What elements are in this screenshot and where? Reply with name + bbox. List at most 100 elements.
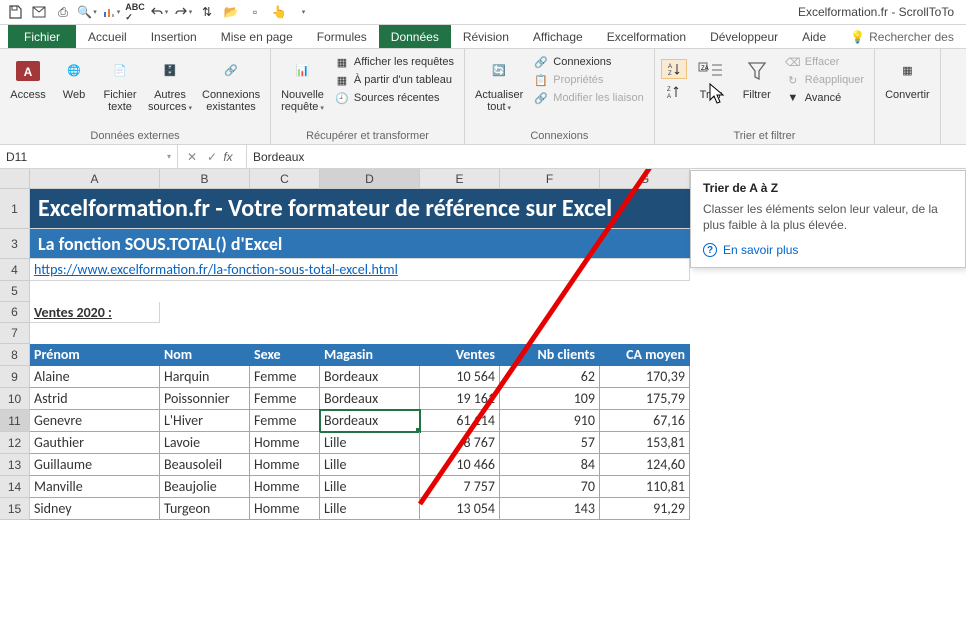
tab-file[interactable]: Fichier (8, 25, 76, 48)
table-cell[interactable]: Lavoie (160, 432, 250, 454)
tab-insert[interactable]: Insertion (139, 25, 209, 48)
tab-review[interactable]: Révision (451, 25, 521, 48)
table-cell[interactable]: 10 466 (420, 454, 500, 476)
table-cell[interactable]: 175,79 (600, 388, 690, 410)
cancel-formula-icon[interactable]: ✕ (182, 147, 202, 167)
tab-view[interactable]: Affichage (521, 25, 595, 48)
row-header-11[interactable]: 11 (0, 410, 30, 432)
tooltip-learn-more-link[interactable]: ?En savoir plus (703, 243, 953, 257)
table-cell[interactable]: Bordeaux (320, 388, 420, 410)
row-header-9[interactable]: 9 (0, 366, 30, 388)
tell-me-search[interactable]: 💡 Rechercher des (838, 25, 966, 48)
row-header-8[interactable]: 8 (0, 344, 30, 366)
table-cell[interactable]: Homme (250, 476, 320, 498)
table-header[interactable]: Sexe (250, 344, 320, 366)
table-cell[interactable]: 13 054 (420, 498, 500, 520)
table-header[interactable]: Prénom (30, 344, 160, 366)
print-preview-icon[interactable]: 🔍 (76, 1, 98, 23)
table-cell[interactable]: Gauthier (30, 432, 160, 454)
table-cell[interactable]: Genevre (30, 410, 160, 432)
table-cell[interactable]: 91,29 (600, 498, 690, 520)
table-cell[interactable]: 67,16 (600, 410, 690, 432)
recent-sources-button[interactable]: 🕘Sources récentes (330, 89, 458, 107)
table-cell[interactable]: Femme (250, 410, 320, 432)
filter-button[interactable]: Filtrer (735, 53, 779, 103)
row-header-13[interactable]: 13 (0, 454, 30, 476)
connections-button[interactable]: 🔗Connexions (529, 53, 647, 71)
table-cell[interactable]: Lille (320, 432, 420, 454)
table-cell[interactable]: 110,81 (600, 476, 690, 498)
table-cell[interactable]: Homme (250, 432, 320, 454)
table-cell[interactable]: Beaujolie (160, 476, 250, 498)
table-cell[interactable]: 62 (500, 366, 600, 388)
table-cell[interactable]: L'Hiver (160, 410, 250, 432)
table-cell[interactable]: 170,39 (600, 366, 690, 388)
row-header-1[interactable]: 1 (0, 189, 30, 229)
table-cell[interactable]: 61 114 (420, 410, 500, 432)
row-header-15[interactable]: 15 (0, 498, 30, 520)
quick-print-icon[interactable]: ⎙ (52, 1, 74, 23)
row-header-10[interactable]: 10 (0, 388, 30, 410)
table-cell[interactable]: 57 (500, 432, 600, 454)
table-cell[interactable]: 109 (500, 388, 600, 410)
table-cell[interactable]: Lille (320, 498, 420, 520)
table-cell[interactable]: Poissonnier (160, 388, 250, 410)
table-cell[interactable]: Lille (320, 476, 420, 498)
table-cell[interactable]: 7 757 (420, 476, 500, 498)
table-cell[interactable]: 153,81 (600, 432, 690, 454)
formula-input[interactable]: Bordeaux (247, 145, 966, 168)
table-cell[interactable]: 124,60 (600, 454, 690, 476)
table-cell[interactable]: Sidney (30, 498, 160, 520)
chart-icon[interactable] (100, 1, 122, 23)
table-header[interactable]: Magasin (320, 344, 420, 366)
table-cell[interactable]: Astrid (30, 388, 160, 410)
row-header-4[interactable]: 4 (0, 259, 30, 281)
name-box[interactable]: D11 (0, 145, 178, 168)
row-header-6[interactable]: 6 (0, 302, 30, 323)
refresh-all-button[interactable]: 🔄Actualiser tout (471, 53, 527, 115)
table-header[interactable]: Nb clients (500, 344, 600, 366)
redo-icon[interactable] (172, 1, 194, 23)
table-cell[interactable]: Manville (30, 476, 160, 498)
table-header[interactable]: Nom (160, 344, 250, 366)
column-header-D[interactable]: D (320, 169, 420, 189)
from-other-sources-button[interactable]: 🗄️Autres sources (144, 53, 196, 115)
column-header-A[interactable]: A (30, 169, 160, 189)
sort-descending-button[interactable]: ZA (661, 83, 687, 101)
table-cell[interactable]: 70 (500, 476, 600, 498)
table-cell[interactable]: 10 564 (420, 366, 500, 388)
tab-formulas[interactable]: Formules (305, 25, 379, 48)
tab-home[interactable]: Accueil (76, 25, 139, 48)
table-cell[interactable]: Femme (250, 366, 320, 388)
url-link[interactable]: https://www.excelformation.fr/la-fonctio… (30, 259, 690, 281)
touch-mode-icon[interactable]: 👆 (268, 1, 290, 23)
show-queries-button[interactable]: ▦Afficher les requêtes (330, 53, 458, 71)
column-header-G[interactable]: G (600, 169, 690, 189)
advanced-filter-button[interactable]: ▼Avancé (781, 89, 868, 107)
spellcheck-icon[interactable]: ABC✓ (124, 1, 146, 23)
tab-help[interactable]: Aide (790, 25, 838, 48)
tab-excelformation[interactable]: Excelformation (595, 25, 698, 48)
tab-data[interactable]: Données (379, 25, 451, 48)
fx-icon[interactable]: fx (222, 147, 242, 167)
table-header[interactable]: CA moyen (600, 344, 690, 366)
table-cell[interactable]: Lille (320, 454, 420, 476)
sort-asc-qat-icon[interactable]: ⇅ (196, 1, 218, 23)
qat-customize-icon[interactable] (292, 1, 314, 23)
new-query-button[interactable]: 📊Nouvelle requête (277, 53, 328, 115)
open-icon[interactable]: 📂 (220, 1, 242, 23)
table-cell[interactable]: Bordeaux (320, 366, 420, 388)
row-header-7[interactable]: 7 (0, 323, 30, 344)
table-cell[interactable]: 143 (500, 498, 600, 520)
table-cell[interactable]: Bordeaux (320, 410, 420, 432)
undo-icon[interactable] (148, 1, 170, 23)
save-icon[interactable] (4, 1, 26, 23)
table-cell[interactable]: 19 161 (420, 388, 500, 410)
column-header-B[interactable]: B (160, 169, 250, 189)
column-header-F[interactable]: F (500, 169, 600, 189)
table-header[interactable]: Ventes (420, 344, 500, 366)
from-table-button[interactable]: ▦À partir d'un tableau (330, 71, 458, 89)
table-cell[interactable]: 8 767 (420, 432, 500, 454)
select-all-corner[interactable] (0, 169, 30, 189)
table-cell[interactable]: Beausoleil (160, 454, 250, 476)
